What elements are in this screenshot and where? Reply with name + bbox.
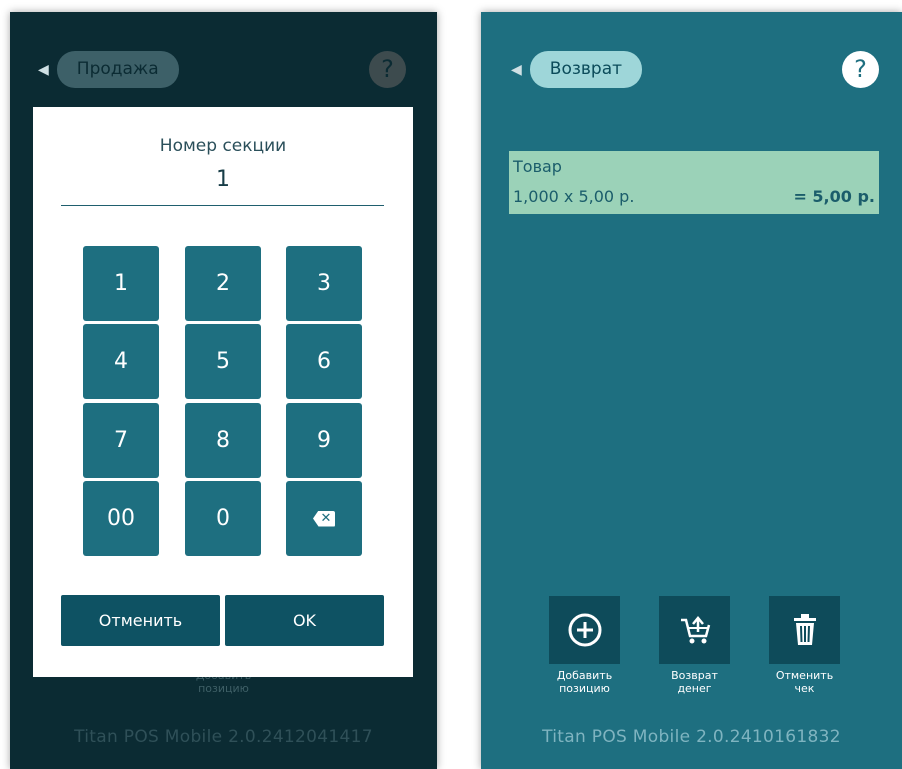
section-number-dialog: Номер секции 1 1 2 3 4 5 6 7 8 9 00 0 ✕ … [33,107,413,677]
cancel-receipt-box[interactable] [769,596,840,664]
back-button[interactable]: ◀ Продажа [38,51,179,88]
help-icon[interactable]: ? [842,51,879,88]
dialog-title: Номер секции [159,136,287,156]
key-8[interactable]: 8 [185,403,261,478]
key-9[interactable]: 9 [286,403,362,478]
add-position-box[interactable] [549,596,620,664]
return-money-label: Возврат денег [671,669,718,695]
key-5[interactable]: 5 [185,324,261,399]
ok-button[interactable]: OK [225,595,384,646]
key-3[interactable]: 3 [286,246,362,321]
item-total: = 5,00 р. [793,187,875,206]
key-2[interactable]: 2 [185,246,261,321]
backspace-key[interactable]: ✕ [286,481,362,556]
back-arrow-icon: ◀ [38,61,49,78]
return-money-button[interactable]: Возврат денег [659,596,730,695]
cancel-receipt-button[interactable]: Отменить чек [769,596,840,695]
add-position-label: Добавить позицию [556,669,613,695]
add-position-button[interactable]: Добавить позицию [549,596,620,695]
backspace-icon: ✕ [313,510,335,527]
sale-screen: ◀ Продажа ? Добавить позицию Titan POS M… [10,12,437,769]
app-version: Titan POS Mobile 2.0.2410161832 [542,727,841,747]
key-0[interactable]: 0 [185,481,261,556]
key-1[interactable]: 1 [83,246,159,321]
trash-icon [793,614,816,645]
back-arrow-icon: ◀ [511,61,522,78]
key-00[interactable]: 00 [83,481,159,556]
help-icon[interactable]: ? [369,51,406,88]
value-underline [61,205,384,206]
item-quantity-price: 1,000 x 5,00 р. [513,187,635,206]
section-number-value[interactable]: 1 [33,167,413,192]
app-version: Titan POS Mobile 2.0.2412041417 [74,727,373,747]
plus-circle-icon [568,613,601,647]
cancel-button[interactable]: Отменить [61,595,220,646]
item-name: Товар [513,157,562,176]
key-7[interactable]: 7 [83,403,159,478]
cart-return-icon [680,616,710,644]
cancel-receipt-label: Отменить чек [775,669,834,695]
back-button[interactable]: ◀ Возврат [511,51,643,88]
mode-pill[interactable]: Возврат [529,51,643,88]
key-4[interactable]: 4 [83,324,159,399]
key-6[interactable]: 6 [286,324,362,399]
return-screen: ◀ Возврат ? Товар 1,000 x 5,00 р. = 5,00… [481,12,902,769]
return-money-box[interactable] [659,596,730,664]
receipt-item[interactable]: Товар 1,000 x 5,00 р. = 5,00 р. [509,151,879,214]
mode-pill[interactable]: Продажа [56,51,179,88]
